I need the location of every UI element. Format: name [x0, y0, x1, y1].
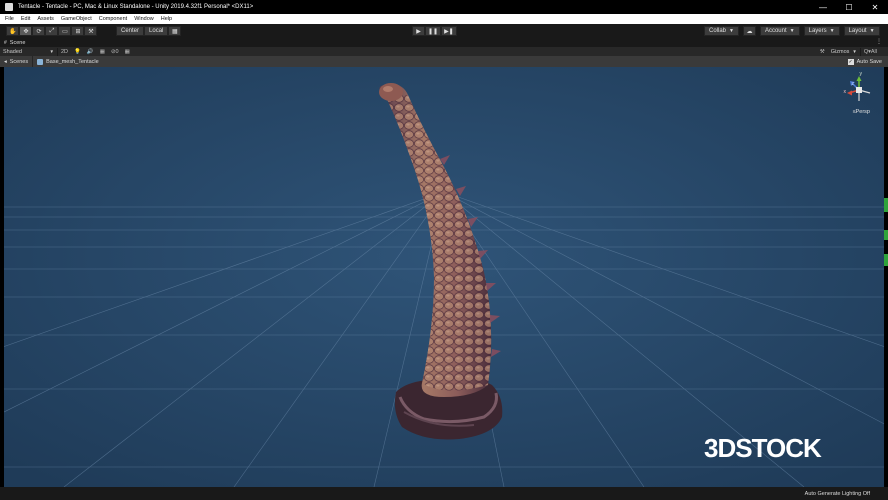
maximize-button[interactable]: ☐: [836, 0, 862, 14]
main-toolbar: ✋ ✥ ⟳ ⤢ ▭ ⊞ ⚒ Center Local ▦ ▶ ❚❚ ▶❚ Col…: [0, 24, 888, 38]
step-button[interactable]: ▶❚: [441, 26, 457, 36]
axis-y-label: y: [859, 71, 863, 77]
chevron-down-icon: ▼: [729, 28, 734, 34]
gizmos-dropdown[interactable]: Gizmos ▼: [828, 47, 861, 56]
cloud-icon[interactable]: ☁: [742, 26, 756, 36]
breadcrumb-object[interactable]: Base_mesh_Tentacle: [33, 56, 103, 67]
scene-view-toolbar: Shaded ▼ 2D 💡 🔊 ▦ ⊘0 ▦ ⚒ Gizmos ▼ Q▾All: [0, 47, 888, 56]
shading-mode-dropdown[interactable]: Shaded ▼: [0, 47, 58, 56]
transform-tool-icon[interactable]: ⊞: [71, 26, 85, 36]
window-controls: — ☐ ✕: [810, 0, 888, 14]
menu-assets[interactable]: Assets: [37, 16, 54, 22]
account-dropdown[interactable]: Account ▼: [759, 26, 800, 36]
custom-tool-icon[interactable]: ⚒: [84, 26, 98, 36]
move-tool-icon[interactable]: ✥: [19, 26, 33, 36]
breadcrumb-object-label: Base_mesh_Tentacle: [46, 58, 99, 65]
audio-toggle-icon[interactable]: 🔊: [84, 48, 97, 56]
axis-x-label: x: [843, 89, 847, 95]
collab-label: Collab: [709, 28, 727, 34]
scene-viewport[interactable]: y x z ≤Persp 3DSTOCK: [4, 67, 884, 487]
3dstock-watermark: 3DSTOCK: [704, 433, 822, 464]
play-button[interactable]: ▶: [412, 26, 425, 36]
layers-label: Layers: [808, 28, 827, 34]
hidden-objects-icon[interactable]: ⊘0: [108, 48, 122, 56]
chevron-down-icon: ▼: [829, 28, 835, 34]
menu-edit[interactable]: Edit: [21, 16, 30, 22]
breadcrumb: ◂ Scenes Base_mesh_Tentacle ✓ Auto Save: [0, 56, 888, 67]
right-toolbar: Collab ▼ ☁ Account ▼ Layers ▼ Layout ▼: [704, 26, 880, 36]
window-title: Tentacle - Tentacle - PC, Mac & Linux St…: [18, 4, 254, 10]
back-arrow-icon: ◂: [4, 58, 7, 65]
scene-toolbar-right: ⚒ Gizmos ▼ Q▾All: [817, 47, 880, 56]
hand-tool-icon[interactable]: ✋: [6, 26, 20, 36]
side-indicator-strip: [884, 198, 888, 266]
gizmos-label: Gizmos: [830, 48, 850, 55]
scale-tool-icon[interactable]: ⤢: [45, 26, 59, 36]
status-bar: Auto Generate Lighting Off: [0, 487, 888, 500]
chevron-down-icon: ▼: [869, 28, 875, 34]
account-label: Account: [764, 28, 787, 34]
menu-file[interactable]: File: [5, 16, 14, 22]
scene-tab-label: Scene: [9, 39, 26, 46]
lighting-status[interactable]: Auto Generate Lighting Off: [805, 491, 870, 497]
orientation-gizmo[interactable]: [842, 73, 876, 107]
prefab-cube-icon: [37, 58, 44, 65]
unity-icon: [5, 3, 13, 11]
menu-window[interactable]: Window: [134, 16, 154, 22]
minimize-button[interactable]: —: [810, 0, 836, 14]
rect-tool-icon[interactable]: ▭: [58, 26, 72, 36]
pivot-local-toggle[interactable]: Local: [144, 26, 169, 36]
tools-icon[interactable]: ⚒: [817, 48, 828, 56]
shading-mode-label: Shaded: [3, 48, 22, 55]
pivot-center-label: Center: [121, 28, 140, 34]
2d-toggle[interactable]: 2D: [58, 48, 71, 56]
search-icon[interactable]: Q▾All: [861, 48, 880, 56]
menu-component[interactable]: Component: [99, 16, 127, 22]
pivot-center-toggle[interactable]: Center: [116, 26, 145, 36]
watermark-3d: 3D: [704, 433, 736, 463]
scene-tab-bar: # Scene ⋮: [0, 38, 888, 47]
chevron-down-icon: ▼: [852, 49, 857, 54]
pause-button[interactable]: ❚❚: [425, 26, 442, 36]
grid-snap-icon[interactable]: ▦: [168, 26, 182, 36]
auto-save-checkbox[interactable]: ✓: [847, 58, 854, 65]
lighting-toggle-icon[interactable]: 💡: [71, 48, 84, 56]
playback-controls: ▶ ❚❚ ▶❚: [412, 26, 457, 36]
auto-save-label: Auto Save: [856, 58, 882, 65]
watermark-stock: STOCK: [735, 433, 822, 463]
title-bar: Tentacle - Tentacle - PC, Mac & Linux St…: [0, 0, 888, 14]
chevron-down-icon: ▼: [789, 28, 795, 34]
axis-z-label: z: [851, 81, 855, 87]
tab-menu-icon[interactable]: ⋮: [876, 38, 882, 45]
scene-grid: [4, 67, 884, 487]
grid-toggle-icon[interactable]: ▦: [122, 48, 133, 56]
menu-bar: File Edit Assets GameObject Component Wi…: [0, 14, 888, 24]
transform-tools: ✋ ✥ ⟳ ⤢ ▭ ⊞ ⚒: [6, 26, 98, 36]
layout-dropdown[interactable]: Layout ▼: [843, 26, 880, 36]
pivot-controls: Center Local ▦: [116, 26, 182, 36]
tab-scene[interactable]: # Scene: [4, 38, 25, 47]
auto-save-toggle[interactable]: ✓ Auto Save: [847, 56, 882, 67]
layers-dropdown[interactable]: Layers ▼: [803, 26, 840, 36]
menu-gameobject[interactable]: GameObject: [61, 16, 92, 22]
close-button[interactable]: ✕: [862, 0, 888, 14]
chevron-down-icon: ▼: [49, 49, 54, 54]
projection-toggle[interactable]: ≤Persp: [853, 109, 870, 115]
effects-toggle-icon[interactable]: ▦: [97, 48, 108, 56]
breadcrumb-scenes-label: Scenes: [9, 58, 29, 65]
collab-dropdown[interactable]: Collab ▼: [704, 26, 739, 36]
menu-help[interactable]: Help: [161, 16, 172, 22]
pivot-local-label: Local: [149, 28, 164, 34]
breadcrumb-scenes[interactable]: ◂ Scenes: [0, 56, 34, 67]
rotate-tool-icon[interactable]: ⟳: [32, 26, 46, 36]
scene-tab-icon: #: [4, 39, 7, 46]
layout-label: Layout: [848, 28, 867, 34]
